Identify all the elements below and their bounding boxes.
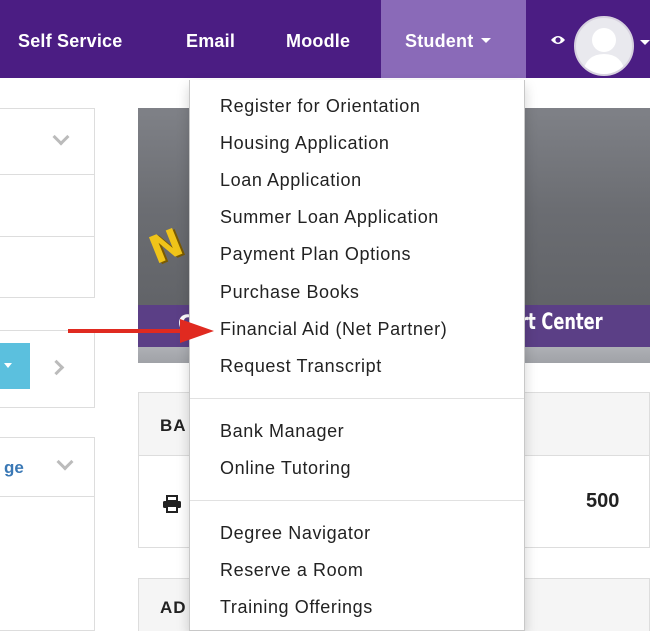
nav-moodle[interactable]: Moodle <box>286 0 350 78</box>
menu-item-request-transcript[interactable]: Request Transcript <box>220 356 382 377</box>
avatar-caret-icon[interactable] <box>640 40 650 45</box>
left-panel-label[interactable]: ge <box>4 458 24 478</box>
nav-student-label: Student <box>405 31 474 51</box>
nav-email[interactable]: Email <box>186 0 235 78</box>
left-panel-row <box>0 236 95 298</box>
red-arrow <box>68 319 214 343</box>
caret-down-icon <box>4 363 12 368</box>
menu-divider <box>190 500 524 501</box>
balance-panel-title: BA <box>160 416 187 435</box>
print-icon[interactable] <box>162 495 182 513</box>
menu-item-payment-plan-options[interactable]: Payment Plan Options <box>220 244 411 265</box>
chevron-right-icon[interactable] <box>48 359 65 376</box>
menu-item-training-offerings[interactable]: Training Offerings <box>220 597 373 618</box>
blue-tab-button[interactable] <box>0 343 30 389</box>
eye-icon[interactable] <box>550 34 566 46</box>
menu-item-financial-aid[interactable]: Financial Aid (Net Partner) <box>220 319 447 340</box>
chevron-down-icon[interactable] <box>52 128 70 146</box>
chevron-down-icon[interactable] <box>56 453 74 471</box>
menu-item-summer-loan-application[interactable]: Summer Loan Application <box>220 207 439 228</box>
left-panel-header[interactable] <box>0 108 95 175</box>
left-panel-body <box>0 496 95 631</box>
balance-value: 500 <box>586 490 620 512</box>
menu-item-degree-navigator[interactable]: Degree Navigator <box>220 523 371 544</box>
menu-item-register-orientation[interactable]: Register for Orientation <box>220 96 420 117</box>
student-dropdown-menu: Register for Orientation Housing Applica… <box>189 80 525 631</box>
caret-down-icon <box>481 37 492 43</box>
ad-panel-title: AD <box>160 598 187 617</box>
menu-divider <box>190 398 524 399</box>
menu-item-reserve-room[interactable]: Reserve a Room <box>220 560 363 581</box>
user-silhouette-icon <box>582 28 626 74</box>
menu-item-bank-manager[interactable]: Bank Manager <box>220 421 344 442</box>
menu-item-online-tutoring[interactable]: Online Tutoring <box>220 458 351 479</box>
menu-item-housing-application[interactable]: Housing Application <box>220 133 390 154</box>
nav-student-dropdown[interactable]: Student <box>381 0 526 78</box>
avatar[interactable] <box>574 16 634 76</box>
top-navbar: Self Service Email Moodle Student <box>0 0 650 78</box>
banner-caption-right: rt Center <box>520 310 603 335</box>
menu-item-purchase-books[interactable]: Purchase Books <box>220 282 359 303</box>
menu-item-loan-application[interactable]: Loan Application <box>220 170 362 191</box>
nav-self-service[interactable]: Self Service <box>18 0 122 78</box>
left-panel-row <box>0 174 95 237</box>
